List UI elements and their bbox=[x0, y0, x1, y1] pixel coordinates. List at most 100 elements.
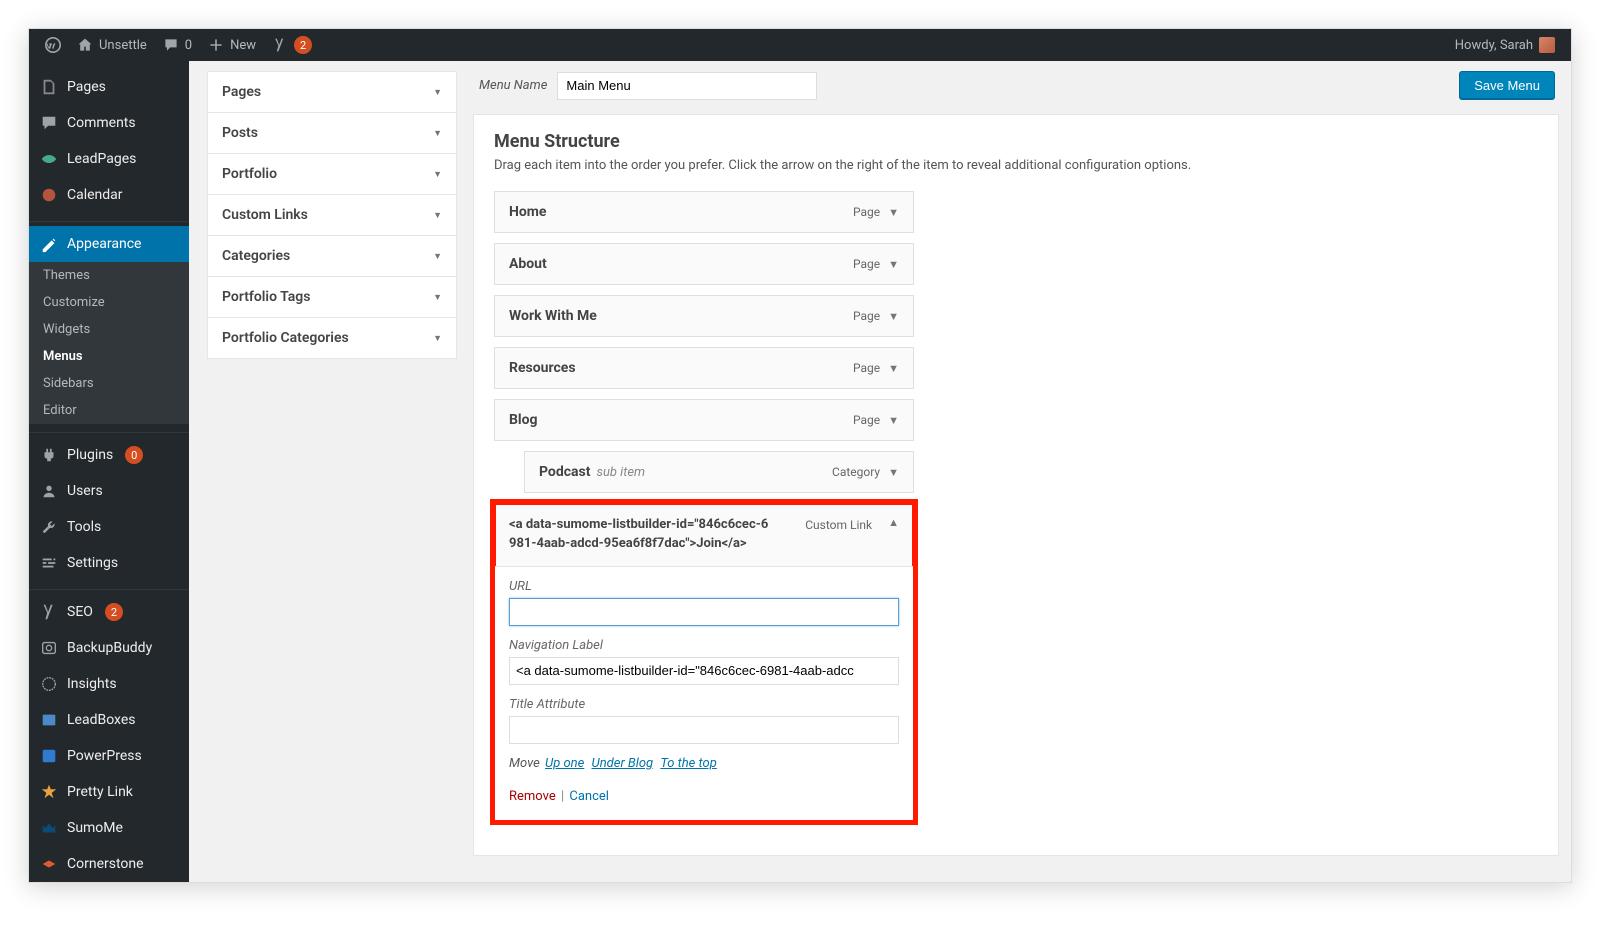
chevron-down-icon[interactable]: ▼ bbox=[888, 310, 899, 323]
powerpress-icon bbox=[39, 746, 59, 766]
move-under-link[interactable]: Under Blog bbox=[592, 756, 654, 771]
sidebar-item-powerpress[interactable]: PowerPress bbox=[29, 738, 189, 774]
comment-icon bbox=[163, 37, 179, 53]
metabox-categories[interactable]: Categories bbox=[208, 236, 456, 276]
yoast-icon bbox=[272, 37, 288, 53]
yoast-link[interactable]: 2 bbox=[264, 29, 320, 61]
cornerstone-icon bbox=[39, 854, 59, 874]
sidebar-item-sumome[interactable]: SumoMe bbox=[29, 810, 189, 846]
sidebar-item-tools[interactable]: Tools bbox=[29, 509, 189, 545]
comments-link[interactable]: 0 bbox=[155, 29, 200, 61]
sub-menus[interactable]: Menus bbox=[29, 343, 189, 370]
howdy-text: Howdy, Sarah bbox=[1455, 38, 1533, 53]
menu-structure-panel: Menu Structure Drag each item into the o… bbox=[473, 114, 1559, 856]
title-attr-input[interactable] bbox=[509, 716, 899, 744]
appearance-icon bbox=[39, 234, 59, 254]
move-up-link[interactable]: Up one bbox=[545, 756, 584, 771]
chevron-down-icon[interactable]: ▼ bbox=[888, 362, 899, 375]
appearance-submenu: Themes Customize Widgets Menus Sidebars … bbox=[29, 262, 189, 424]
nav-label-input[interactable] bbox=[509, 657, 899, 685]
avatar bbox=[1539, 37, 1555, 53]
site-link[interactable]: Unsettle bbox=[69, 29, 155, 61]
wordpress-icon bbox=[45, 37, 61, 53]
sidebar-item-users[interactable]: Users bbox=[29, 473, 189, 509]
calendar-icon bbox=[39, 185, 59, 205]
sub-widgets[interactable]: Widgets bbox=[29, 316, 189, 343]
plus-icon bbox=[208, 37, 224, 53]
leadpages-icon bbox=[39, 149, 59, 169]
menu-item-blog[interactable]: BlogPage▼ bbox=[494, 399, 914, 441]
title-attr-label: Title Attribute bbox=[509, 697, 899, 712]
menu-item-resources[interactable]: ResourcesPage▼ bbox=[494, 347, 914, 389]
menu-item-home[interactable]: HomePage▼ bbox=[494, 191, 914, 233]
move-top-link[interactable]: To the top bbox=[660, 756, 717, 771]
sidebar-item-backupbuddy[interactable]: BackupBuddy bbox=[29, 630, 189, 666]
site-name: Unsettle bbox=[99, 38, 147, 53]
chevron-down-icon[interactable]: ▼ bbox=[888, 466, 899, 479]
sidebar-item-calendar[interactable]: Calendar bbox=[29, 177, 189, 213]
crown-icon bbox=[39, 818, 59, 838]
metabox-portfolio-categories[interactable]: Portfolio Categories bbox=[208, 318, 456, 358]
backup-icon bbox=[39, 638, 59, 658]
admin-sidebar: Pages Comments LeadPages Calendar Appear… bbox=[29, 61, 189, 882]
comments-count: 0 bbox=[185, 38, 192, 53]
menu-name-input[interactable] bbox=[557, 72, 817, 100]
menu-item-podcast[interactable]: Podcastsub itemCategory▼ bbox=[524, 451, 914, 493]
sub-customize[interactable]: Customize bbox=[29, 289, 189, 316]
plugin-icon bbox=[39, 445, 59, 465]
sidebar-item-leadpages[interactable]: LeadPages bbox=[29, 141, 189, 177]
yoast-badge: 2 bbox=[294, 36, 312, 54]
url-label: URL bbox=[509, 579, 899, 594]
plugins-badge: 0 bbox=[125, 446, 143, 464]
menu-name-label: Menu Name bbox=[473, 78, 547, 93]
chevron-down-icon[interactable]: ▼ bbox=[888, 206, 899, 219]
metabox-pages[interactable]: Pages bbox=[208, 72, 456, 112]
menu-name-row: Menu Name Save Menu bbox=[473, 61, 1559, 114]
chevron-up-icon[interactable]: ▲ bbox=[888, 516, 899, 529]
page-icon bbox=[39, 77, 59, 97]
save-menu-button[interactable]: Save Menu bbox=[1459, 71, 1555, 100]
metabox-custom-links[interactable]: Custom Links bbox=[208, 195, 456, 235]
url-input[interactable] bbox=[509, 598, 899, 626]
home-icon bbox=[77, 37, 93, 53]
sidebar-item-prettylink[interactable]: Pretty Link bbox=[29, 774, 189, 810]
sidebar-item-cornerstone[interactable]: Cornerstone bbox=[29, 846, 189, 882]
star-icon bbox=[39, 782, 59, 802]
insights-icon bbox=[39, 674, 59, 694]
user-icon bbox=[39, 481, 59, 501]
metabox-column: Pages Posts Portfolio Custom Links Categ… bbox=[189, 61, 469, 882]
metabox-posts[interactable]: Posts bbox=[208, 113, 456, 153]
howdy-link[interactable]: Howdy, Sarah bbox=[1447, 29, 1563, 61]
sub-editor[interactable]: Editor bbox=[29, 397, 189, 424]
sidebar-item-insights[interactable]: Insights bbox=[29, 666, 189, 702]
wp-logo[interactable] bbox=[37, 29, 69, 61]
seo-badge: 2 bbox=[105, 603, 123, 621]
menu-item-about[interactable]: AboutPage▼ bbox=[494, 243, 914, 285]
cancel-link[interactable]: Cancel bbox=[569, 789, 609, 804]
sub-themes[interactable]: Themes bbox=[29, 262, 189, 289]
metabox-portfolio-tags[interactable]: Portfolio Tags bbox=[208, 277, 456, 317]
sidebar-item-appearance[interactable]: Appearance bbox=[29, 226, 189, 262]
nav-label-label: Navigation Label bbox=[509, 638, 899, 653]
move-row: Move Up one Under Blog To the top bbox=[509, 756, 899, 771]
menu-item-settings: URL Navigation Label Title Attribute bbox=[495, 566, 913, 820]
menu-item-work-with-me[interactable]: Work With MePage▼ bbox=[494, 295, 914, 337]
chevron-down-icon[interactable]: ▼ bbox=[888, 258, 899, 271]
menu-item-custom-link-join[interactable]: <a data-sumome-listbuilder-id="846c6cec-… bbox=[494, 503, 914, 821]
new-label: New bbox=[230, 38, 256, 53]
sidebar-item-leadboxes[interactable]: LeadBoxes bbox=[29, 702, 189, 738]
remove-link[interactable]: Remove bbox=[509, 789, 556, 804]
seo-icon bbox=[39, 602, 59, 622]
sidebar-item-pages[interactable]: Pages bbox=[29, 69, 189, 105]
comment-icon bbox=[39, 113, 59, 133]
sidebar-item-plugins[interactable]: Plugins0 bbox=[29, 437, 189, 473]
metabox-portfolio[interactable]: Portfolio bbox=[208, 154, 456, 194]
custom-link-title: <a data-sumome-listbuilder-id="846c6cec-… bbox=[509, 516, 769, 554]
new-link[interactable]: New bbox=[200, 29, 264, 61]
sub-sidebars[interactable]: Sidebars bbox=[29, 370, 189, 397]
sidebar-item-comments[interactable]: Comments bbox=[29, 105, 189, 141]
sidebar-item-settings[interactable]: Settings bbox=[29, 545, 189, 581]
sidebar-item-seo[interactable]: SEO2 bbox=[29, 594, 189, 630]
chevron-down-icon[interactable]: ▼ bbox=[888, 414, 899, 427]
structure-help: Drag each item into the order you prefer… bbox=[494, 158, 1538, 173]
